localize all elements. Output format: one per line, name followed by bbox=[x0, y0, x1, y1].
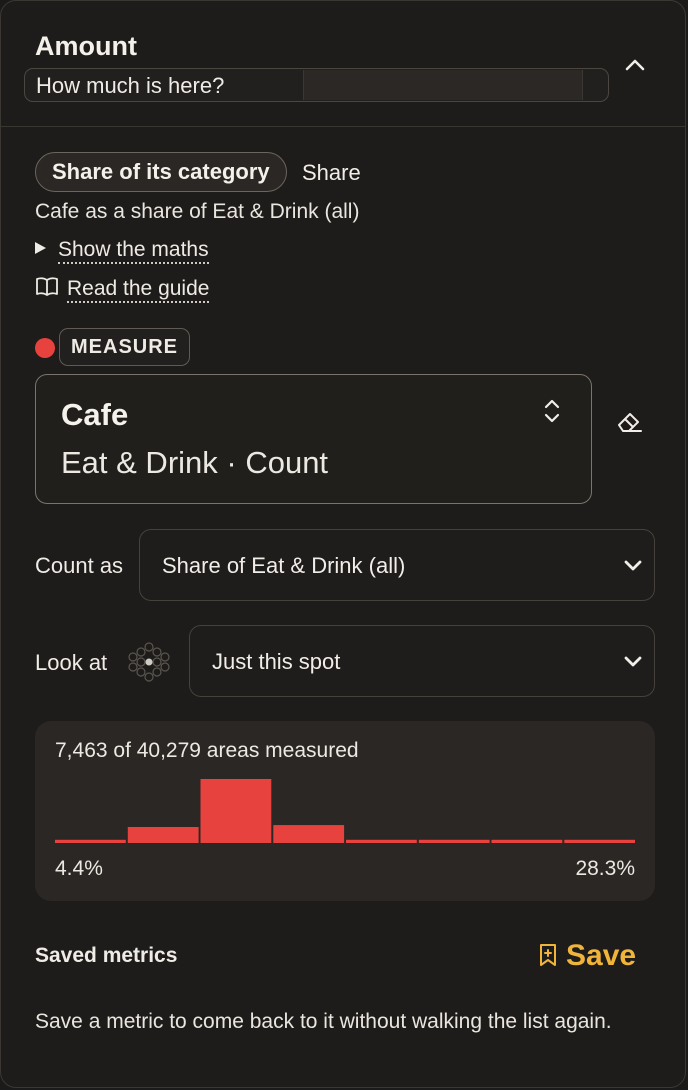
count-as-value: Share of Eat & Drink (all) bbox=[162, 553, 406, 578]
amount-panel: Amount How much is here? Share of its ca… bbox=[0, 0, 686, 1088]
subtitle-text: How much is here? bbox=[36, 73, 225, 98]
subtitle-fill bbox=[303, 70, 583, 100]
show-maths-label: Show the maths bbox=[58, 238, 209, 264]
histogram-min-label: 4.4% bbox=[55, 857, 103, 880]
histogram-bar bbox=[346, 839, 417, 843]
panel-header: Amount How much is here? bbox=[1, 1, 685, 127]
saved-empty-note: Save a metric to come back to it without… bbox=[35, 1010, 612, 1033]
measure-selector[interactable]: Cafe Eat & Drink · Count bbox=[35, 374, 592, 504]
measure-meta: Eat & Drink · Count bbox=[61, 445, 329, 480]
histogram-bar bbox=[418, 839, 490, 843]
histogram-bar bbox=[55, 839, 126, 843]
histogram-bar bbox=[200, 779, 272, 843]
chevron-up-icon bbox=[625, 59, 645, 71]
collapse-button[interactable] bbox=[621, 51, 649, 79]
mode-pill[interactable]: Share of its category bbox=[35, 152, 287, 192]
eraser-icon bbox=[618, 413, 642, 432]
updown-chevron-icon bbox=[544, 399, 560, 423]
read-guide-label: Read the guide bbox=[67, 277, 210, 303]
show-maths-toggle[interactable]: Show the maths bbox=[35, 238, 209, 264]
hexagon-grid-icon bbox=[128, 642, 170, 682]
histogram-bar bbox=[127, 827, 199, 843]
histogram-bar bbox=[491, 839, 563, 843]
panel-title: Amount bbox=[35, 31, 137, 61]
histogram-chart bbox=[55, 779, 635, 843]
measure-color-dot bbox=[35, 338, 55, 358]
count-as-select[interactable]: Share of Eat & Drink (all) bbox=[139, 529, 655, 601]
count-as-label: Count as bbox=[35, 553, 124, 578]
histogram-bar bbox=[273, 825, 345, 843]
distribution-card: 7,463 of 40,279 areas measured 4.4% 28.3… bbox=[35, 721, 655, 901]
save-label: Save bbox=[566, 939, 637, 972]
look-at-label: Look at bbox=[35, 650, 108, 675]
histogram-bar bbox=[564, 839, 635, 843]
save-metric-button[interactable]: Save bbox=[538, 939, 636, 973]
look-at-select[interactable]: Just this spot bbox=[189, 625, 655, 697]
bookmark-plus-icon bbox=[540, 944, 556, 966]
read-guide-link[interactable]: Read the guide bbox=[35, 276, 210, 303]
measure-name: Cafe bbox=[61, 397, 129, 432]
saved-metrics-label: Saved metrics bbox=[35, 944, 178, 967]
disclosure-triangle-icon bbox=[35, 242, 46, 254]
subtitle-field: How much is here? bbox=[24, 68, 609, 102]
book-icon bbox=[36, 277, 58, 296]
chevron-down-icon bbox=[624, 656, 642, 667]
mode-side-label: Share bbox=[302, 160, 361, 185]
chevron-down-icon bbox=[624, 560, 642, 571]
distribution-caption: 7,463 of 40,279 areas measured bbox=[55, 739, 359, 762]
clear-measure-button[interactable] bbox=[615, 406, 645, 441]
histogram-max-label: 28.3% bbox=[575, 857, 635, 880]
measure-tag: MEASURE bbox=[59, 328, 191, 366]
mode-description: Cafe as a share of Eat & Drink (all) bbox=[35, 200, 360, 223]
look-at-value: Just this spot bbox=[212, 649, 341, 674]
